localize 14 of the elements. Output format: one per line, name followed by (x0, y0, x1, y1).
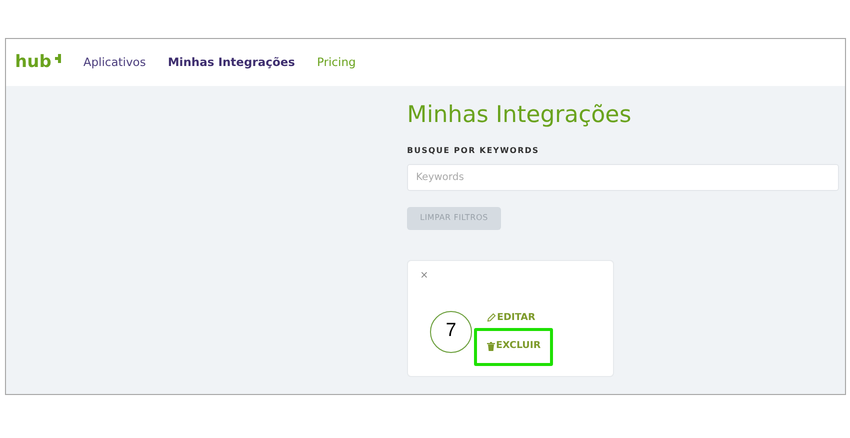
trash-icon (487, 342, 495, 352)
page-title: Minhas Integrações (407, 102, 632, 130)
logo[interactable]: hub (15, 54, 62, 71)
pencil-icon (487, 313, 496, 322)
logo-squares-icon (52, 54, 62, 64)
nav-link[interactable]: Aplicativos (83, 54, 146, 72)
search-label: BUSQUE POR KEYWORDS (407, 144, 540, 157)
delete-button[interactable]: EXCLUIR (474, 328, 553, 366)
nav-link[interactable]: Minhas Integrações (168, 54, 296, 72)
nav-link[interactable]: Pricing (317, 54, 356, 72)
step-number-marker: 7 (430, 310, 472, 353)
search-field[interactable]: Keywords (407, 164, 839, 191)
edit-button[interactable]: EDITAR (487, 310, 536, 325)
close-button[interactable]: × (420, 270, 428, 281)
